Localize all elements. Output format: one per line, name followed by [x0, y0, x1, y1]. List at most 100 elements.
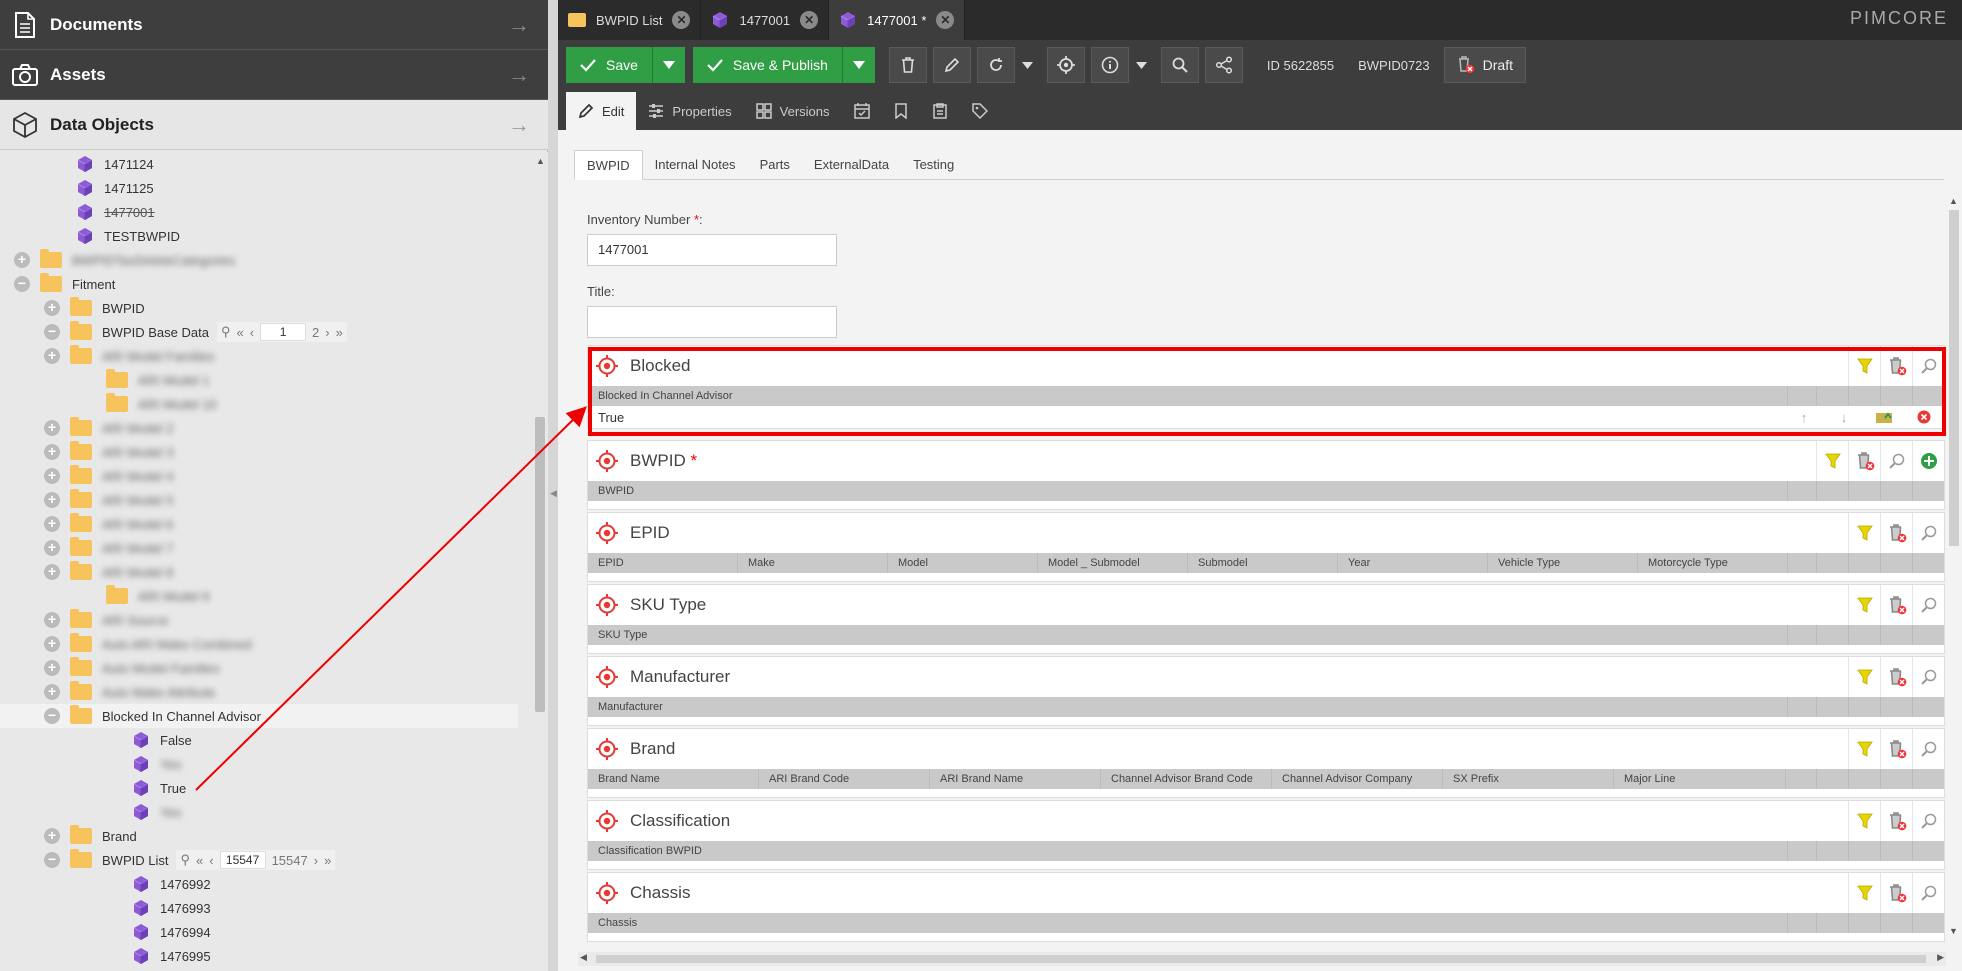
column-header[interactable]: Chassis: [588, 913, 1788, 933]
expand-icon[interactable]: +: [44, 612, 60, 628]
tab-tags[interactable]: [960, 92, 1000, 130]
clear-button[interactable]: [1848, 441, 1880, 481]
expand-icon[interactable]: +: [44, 540, 60, 556]
tab-editor-2[interactable]: 1477001 * ✕: [829, 0, 966, 40]
expand-icon[interactable]: +: [44, 684, 60, 700]
tab-schedule[interactable]: [842, 92, 882, 130]
filter-button[interactable]: [1848, 585, 1880, 625]
search-button[interactable]: [1912, 729, 1944, 769]
scroll-down-icon[interactable]: ▼: [1949, 926, 1958, 936]
tree-scrollbar-thumb[interactable]: [535, 417, 545, 712]
search-button[interactable]: [1912, 873, 1944, 913]
save-dropdown-button[interactable]: [652, 47, 685, 83]
close-icon[interactable]: ✕: [672, 11, 691, 29]
tree-item[interactable]: + ARI Model 5: [0, 488, 518, 512]
column-header[interactable]: Channel Advisor Brand Code: [1101, 769, 1272, 789]
assets-panel-header[interactable]: Assets →: [0, 50, 548, 100]
tab-edit[interactable]: Edit: [566, 92, 637, 130]
last-page-icon[interactable]: »: [336, 325, 343, 340]
tree-item[interactable]: − BWPID List ⚲ « ‹ 15547 15547 › »: [0, 848, 518, 872]
arrow-right-icon[interactable]: →: [508, 62, 548, 88]
column-header[interactable]: BWPID: [588, 481, 1788, 501]
column-header[interactable]: Brand Name: [588, 769, 759, 789]
clear-button[interactable]: [1880, 346, 1912, 386]
tree-item[interactable]: + ARI Model Families: [0, 344, 518, 368]
tree-scrollbar[interactable]: ▲: [532, 152, 548, 971]
tree-item[interactable]: True: [0, 776, 518, 800]
expand-icon[interactable]: +: [44, 300, 60, 316]
scroll-up-icon[interactable]: ▲: [536, 156, 545, 166]
expand-icon[interactable]: +: [44, 660, 60, 676]
column-header[interactable]: SKU Type: [588, 625, 1788, 645]
tree-item[interactable]: ARI Model 1: [0, 368, 518, 392]
tree-item[interactable]: 1477001: [0, 200, 518, 224]
tree-item[interactable]: + Brand: [0, 824, 518, 848]
layout-tab-1[interactable]: Internal Notes: [643, 150, 748, 180]
filter-button[interactable]: [1848, 346, 1880, 386]
tab-versions[interactable]: Versions: [744, 92, 842, 130]
column-header[interactable]: Motorcycle Type: [1638, 553, 1788, 573]
info-dropdown[interactable]: [1129, 47, 1155, 83]
clear-button[interactable]: [1880, 801, 1912, 841]
collapse-icon[interactable]: −: [14, 276, 30, 292]
tree-item[interactable]: + ARI Model 4: [0, 464, 518, 488]
close-icon[interactable]: ✕: [800, 11, 819, 29]
expand-icon[interactable]: +: [44, 828, 60, 844]
expand-icon[interactable]: +: [44, 468, 60, 484]
layout-tab-4[interactable]: Testing: [901, 150, 966, 180]
search-button[interactable]: [1912, 657, 1944, 697]
content-scrollbar-thumb[interactable]: [1949, 210, 1959, 546]
rename-button[interactable]: [932, 47, 971, 83]
next-page-icon[interactable]: ›: [325, 325, 329, 340]
search-button[interactable]: [1912, 513, 1944, 553]
save-publish-button[interactable]: Save & Publish: [692, 47, 843, 83]
save-button[interactable]: Save: [566, 47, 653, 83]
remove-icon[interactable]: [1904, 406, 1944, 428]
page-input[interactable]: 15547: [219, 851, 266, 869]
tree-item[interactable]: 1471124: [0, 152, 518, 176]
last-page-icon[interactable]: »: [324, 853, 331, 868]
clear-button[interactable]: [1880, 585, 1912, 625]
tab-notes[interactable]: [920, 92, 960, 130]
tab-dependencies[interactable]: [882, 92, 920, 130]
clear-button[interactable]: [1880, 513, 1912, 553]
prev-page-icon[interactable]: ‹: [250, 325, 254, 340]
filter-button[interactable]: [1848, 729, 1880, 769]
expand-icon[interactable]: +: [44, 516, 60, 532]
scroll-up-icon[interactable]: ▲: [1949, 196, 1958, 206]
expand-icon[interactable]: +: [44, 444, 60, 460]
tree-item[interactable]: + Auto Make Attribute: [0, 680, 518, 704]
horizontal-scrollbar[interactable]: ◀ ▶: [578, 952, 1946, 966]
expand-icon[interactable]: +: [44, 348, 60, 364]
documents-panel-header[interactable]: Documents →: [0, 0, 548, 50]
expand-icon[interactable]: +: [44, 636, 60, 652]
tree-item[interactable]: − BWPID Base Data ⚲ « ‹ 1 2 › »: [0, 320, 518, 344]
expand-icon[interactable]: +: [44, 492, 60, 508]
tree-item[interactable]: Yes: [0, 800, 518, 824]
draft-button[interactable]: Draft: [1443, 47, 1526, 83]
search-button[interactable]: [1912, 585, 1944, 625]
first-page-icon[interactable]: «: [196, 853, 203, 868]
column-header[interactable]: Manufacturer: [588, 697, 1788, 717]
horizontal-scrollbar-thumb[interactable]: [596, 955, 1926, 963]
column-header[interactable]: Classification BWPID: [588, 841, 1788, 861]
collapse-icon[interactable]: −: [44, 708, 60, 724]
clear-button[interactable]: [1880, 873, 1912, 913]
layout-tab-0[interactable]: BWPID: [574, 150, 643, 180]
layout-tab-2[interactable]: Parts: [748, 150, 802, 180]
arrow-right-icon[interactable]: →: [508, 112, 548, 138]
search-icon[interactable]: ⚲: [221, 324, 231, 340]
tree-item[interactable]: + ARI Model 8: [0, 560, 518, 584]
expand-icon[interactable]: +: [44, 420, 60, 436]
first-page-icon[interactable]: «: [236, 325, 243, 340]
panel-splitter[interactable]: ◀: [548, 0, 558, 971]
filter-button[interactable]: [1816, 441, 1848, 481]
tree-item[interactable]: ARI Model 9: [0, 584, 518, 608]
locate-in-tree-button[interactable]: [1046, 47, 1085, 83]
filter-button[interactable]: [1848, 657, 1880, 697]
column-header[interactable]: Channel Advisor Company: [1272, 769, 1443, 789]
next-page-icon[interactable]: ›: [314, 853, 318, 868]
search-button[interactable]: [1880, 441, 1912, 481]
tree-item[interactable]: ARI Model 10: [0, 392, 518, 416]
tree-item[interactable]: + BWPID: [0, 296, 518, 320]
